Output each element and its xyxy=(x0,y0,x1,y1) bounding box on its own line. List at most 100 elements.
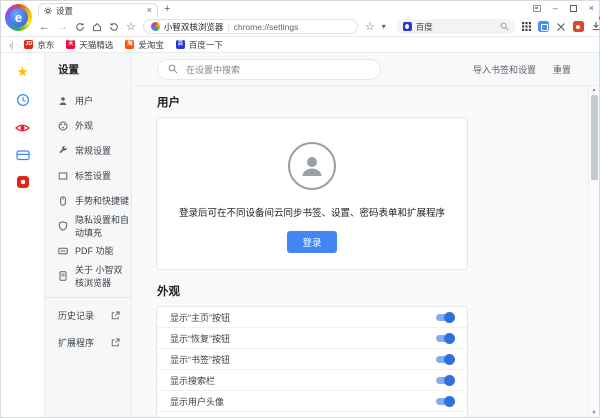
video-extension-icon[interactable] xyxy=(573,21,584,32)
bookmark-item[interactable]: 淘 爱淘宝 xyxy=(125,39,164,51)
search-icon xyxy=(168,64,178,74)
settings-search-input[interactable]: 在设置中搜索 xyxy=(157,59,381,80)
sidebar-item-label: 标签设置 xyxy=(75,169,111,182)
sidebar-title: 设置 xyxy=(45,53,131,88)
netdisk-card-icon[interactable] xyxy=(16,149,30,161)
mouse-icon xyxy=(58,196,68,206)
apps-grid-icon[interactable] xyxy=(522,22,531,31)
appearance-card: 显示“主页”按钮 显示“恢复”按钮 显示“书签”按钮 显示搜索栏 xyxy=(156,306,468,417)
scroll-up-arrow[interactable]: ▲ xyxy=(589,86,599,94)
history-clock-icon[interactable] xyxy=(16,93,30,107)
import-bookmarks-button[interactable]: 导入书签和设置 xyxy=(473,63,536,76)
translate-extension-icon[interactable] xyxy=(538,21,549,32)
tmall-favicon: 天 xyxy=(66,40,75,49)
shield-icon xyxy=(58,221,68,231)
new-tab-button[interactable]: + xyxy=(164,4,170,15)
bookmark-page-icon[interactable]: ☆ xyxy=(126,21,136,33)
forward-icon[interactable]: → xyxy=(57,21,68,33)
sidebar-item-about[interactable]: 关于 小智双核浏览器 xyxy=(45,263,131,288)
scrollbar[interactable]: ▲ ▼ xyxy=(588,86,599,417)
sidebar-item-label: 用户 xyxy=(75,94,93,107)
baidu-favicon: 百 xyxy=(176,40,185,49)
browser-logo-letter: e xyxy=(9,8,28,27)
close-window-button[interactable]: × xyxy=(589,3,594,13)
palette-icon xyxy=(58,121,68,131)
settings-sidebar: 设置 用户 外观 常规设置 xyxy=(45,53,132,417)
external-link-icon xyxy=(111,311,120,320)
wrench-icon xyxy=(58,146,68,156)
quick-search-box[interactable]: 百度 xyxy=(397,19,515,34)
tab-title: 设置 xyxy=(56,5,143,17)
bookmark-label: 爱淘宝 xyxy=(138,39,164,51)
star-icon[interactable]: ☆ xyxy=(365,21,375,33)
toggle-switch[interactable] xyxy=(436,355,454,363)
toggle-switch[interactable] xyxy=(436,334,454,342)
favorites-star-icon[interactable]: ★ xyxy=(17,65,29,78)
bookmarks-bar: ‹| JD 京东 天 天猫精选 淘 爱淘宝 百 百度一下 xyxy=(1,37,599,53)
screenshot-tool-icon[interactable] xyxy=(556,22,566,32)
downloads-icon[interactable] xyxy=(591,18,600,36)
avatar-person-icon xyxy=(297,151,327,181)
scroll-down-arrow[interactable]: ▼ xyxy=(589,409,599,417)
sidebar-item-user[interactable]: 用户 xyxy=(45,88,131,113)
sidebar-item-general[interactable]: 常规设置 xyxy=(45,138,131,163)
address-site-name: 小智双核浏览器 xyxy=(164,21,224,33)
toggle-switch[interactable] xyxy=(436,397,454,405)
toggle-switch[interactable] xyxy=(436,376,454,384)
settings-header: 在设置中搜索 导入书签和设置 重置 xyxy=(132,53,599,85)
reload-icon[interactable] xyxy=(75,22,85,32)
toggle-row-restore-button: 显示“恢复”按钮 xyxy=(157,328,467,349)
maximize-button[interactable] xyxy=(570,5,577,12)
video-app-icon[interactable] xyxy=(17,176,29,188)
minimize-button[interactable]: – xyxy=(553,3,558,13)
bookmark-label: 百度一下 xyxy=(189,39,223,51)
bookmark-item[interactable]: JD 京东 xyxy=(24,39,54,51)
tab-close-icon[interactable]: × xyxy=(147,6,152,15)
login-button[interactable]: 登录 xyxy=(287,231,336,253)
back-icon[interactable]: ← xyxy=(39,21,50,33)
address-url: chrome://settings xyxy=(234,22,299,32)
bookmark-item[interactable]: 天 天猫精选 xyxy=(66,39,113,51)
baidu-icon xyxy=(403,22,412,31)
search-icon[interactable] xyxy=(500,22,509,31)
tab-strip: e 设置 × + – × xyxy=(1,1,599,17)
page-favicon xyxy=(151,22,160,31)
sidebar-item-appearance[interactable]: 外观 xyxy=(45,113,131,138)
bookmark-label: 京东 xyxy=(37,39,54,51)
avatar xyxy=(288,142,336,190)
sidebar-link-extensions[interactable]: 扩展程序 xyxy=(45,329,131,356)
external-link-icon xyxy=(111,338,120,347)
reset-button[interactable]: 重置 xyxy=(553,63,571,76)
theme-icon[interactable] xyxy=(533,5,541,12)
weibo-eye-icon[interactable] xyxy=(15,122,30,134)
address-bar[interactable]: 小智双核浏览器 | chrome://settings xyxy=(143,19,358,34)
browser-window: e 设置 × + – × ← → xyxy=(0,0,600,418)
address-separator: | xyxy=(227,22,229,32)
scrollbar-thumb[interactable] xyxy=(591,95,598,180)
sync-description: 登录后可在不同设备间云同步书签、设置、密码表单和扩展程序 xyxy=(177,205,447,219)
toggle-label: 显示“书签”按钮 xyxy=(170,353,230,366)
pdf-card-icon xyxy=(58,246,68,256)
gear-icon xyxy=(44,7,52,15)
collapse-bookmarks-icon[interactable]: ‹| xyxy=(9,40,12,50)
home-icon[interactable] xyxy=(92,22,102,32)
jd-favicon: JD xyxy=(24,40,33,49)
sidebar-item-privacy[interactable]: 隐私设置和自动填充 xyxy=(45,213,131,238)
browser-logo: e xyxy=(5,4,32,31)
toggle-switch[interactable] xyxy=(436,313,454,321)
sidebar-item-gestures[interactable]: 手势和快捷键 xyxy=(45,188,131,213)
person-icon xyxy=(58,96,68,106)
sidebar-item-tabs[interactable]: 标签设置 xyxy=(45,163,131,188)
tab-settings[interactable]: 设置 × xyxy=(38,3,158,17)
settings-scroll-region: 用户 登录后可在不同设备间云同步书签、设置、密码表单和扩展程序 登录 外观 xyxy=(132,85,599,417)
sidebar-item-label: 外观 xyxy=(75,119,93,132)
sidebar-link-history[interactable]: 历史记录 xyxy=(45,302,131,329)
chevron-down-icon[interactable]: ▾ xyxy=(382,21,386,33)
bookmark-item[interactable]: 百 百度一下 xyxy=(176,39,223,51)
toggle-label: 显示侧边栏 xyxy=(170,416,215,418)
sidebar-item-pdf[interactable]: PDF 功能 xyxy=(45,238,131,263)
sidebar-item-label: 隐私设置和自动填充 xyxy=(75,213,131,239)
toggle-label: 显示用户头像 xyxy=(170,395,224,408)
restore-tab-icon[interactable] xyxy=(109,22,119,32)
sidebar-link-label: 扩展程序 xyxy=(58,336,94,349)
